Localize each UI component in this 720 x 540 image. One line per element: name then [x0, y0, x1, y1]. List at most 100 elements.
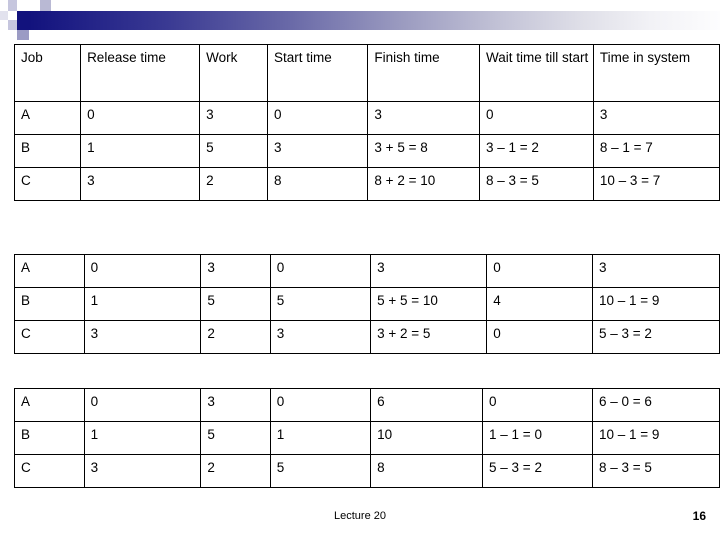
cell-time-in-system: 6 – 0 = 6	[591, 388, 720, 422]
cell-work: 5	[200, 421, 271, 455]
table-row: C 3 2 8 8 + 2 = 10 8 – 3 = 5 10 – 3 = 7	[13, 167, 720, 201]
cell-release-time: 3	[83, 320, 202, 354]
cell-release-time: 1	[83, 421, 202, 455]
cell-job: B	[14, 421, 85, 455]
cell-start-time: 0	[269, 388, 372, 422]
table-row: B 1 5 1 10 1 – 1 = 0 10 – 1 = 9	[14, 421, 720, 455]
cell-wait-time: 0	[482, 388, 593, 422]
table-header-row: Job Release time Work Start time Finish …	[13, 44, 720, 102]
cell-work: 2	[199, 167, 268, 201]
cell-job: B	[14, 287, 85, 321]
cell-work: 3	[200, 254, 271, 288]
banner-square	[17, 0, 29, 11]
column-header-time-in-system: Time in system	[592, 44, 720, 102]
cell-wait-time: 1 – 1 = 0	[482, 421, 593, 455]
cell-release-time: 3	[83, 454, 202, 488]
cell-finish-time: 6	[370, 388, 484, 422]
cell-wait-time: 0	[486, 254, 593, 288]
cell-start-time: 0	[269, 254, 372, 288]
table-row: C 3 2 3 3 + 2 = 5 0 5 – 3 = 2	[14, 320, 720, 354]
cell-wait-time: 8 – 3 = 5	[478, 167, 594, 201]
cell-finish-time: 10	[370, 421, 484, 455]
cell-time-in-system: 3	[591, 254, 720, 288]
cell-start-time: 5	[269, 454, 372, 488]
table-row: C 3 2 5 8 5 – 3 = 2 8 – 3 = 5	[14, 454, 720, 488]
cell-job: C	[14, 454, 85, 488]
cell-work: 2	[200, 320, 271, 354]
cell-finish-time: 3 + 5 = 8	[367, 134, 480, 168]
cell-time-in-system: 10 – 1 = 9	[591, 287, 720, 321]
cell-release-time: 0	[83, 254, 202, 288]
cell-finish-time: 3 + 2 = 5	[370, 320, 488, 354]
column-header-start-time: Start time	[266, 44, 369, 102]
cell-wait-time: 4	[486, 287, 593, 321]
column-header-finish-time: Finish time	[367, 44, 480, 102]
table-row: B 1 5 5 5 + 5 = 10 4 10 – 1 = 9	[14, 287, 720, 321]
cell-start-time: 1	[269, 421, 372, 455]
cell-wait-time: 5 – 3 = 2	[482, 454, 593, 488]
banner-square	[0, 20, 8, 30]
banner-square	[0, 0, 8, 11]
cell-time-in-system: 10 – 3 = 7	[592, 167, 720, 201]
cell-start-time: 3	[266, 134, 369, 168]
banner-square	[8, 11, 17, 20]
banner-gradient-bar	[29, 11, 720, 30]
cell-wait-time: 3 – 1 = 2	[478, 134, 594, 168]
cell-release-time: 0	[80, 101, 201, 135]
banner-square	[51, 0, 63, 11]
cell-release-time: 0	[83, 388, 202, 422]
cell-release-time: 3	[80, 167, 201, 201]
cell-wait-time: 0	[486, 320, 593, 354]
table-row: B 1 5 3 3 + 5 = 8 3 – 1 = 2 8 – 1 = 7	[13, 134, 720, 168]
column-header-release-time: Release time	[80, 44, 201, 102]
cell-job: A	[14, 388, 85, 422]
cell-time-in-system: 8 – 1 = 7	[592, 134, 720, 168]
banner-square	[0, 11, 8, 20]
column-header-job: Job	[13, 44, 82, 102]
banner-square	[8, 20, 17, 30]
cell-release-time: 1	[83, 287, 202, 321]
table-row: A 0 3 0 6 0 6 – 0 = 6	[14, 388, 720, 422]
cell-finish-time: 8	[370, 454, 484, 488]
schedule-table-1: Job Release time Work Start time Finish …	[13, 44, 720, 201]
page-number: 16	[692, 509, 706, 523]
banner-square	[8, 0, 17, 11]
slide-banner	[0, 0, 720, 40]
cell-finish-time: 5 + 5 = 10	[370, 287, 488, 321]
cell-work: 2	[200, 454, 271, 488]
cell-finish-time: 8 + 2 = 10	[367, 167, 480, 201]
cell-job: C	[14, 320, 85, 354]
cell-job: C	[13, 167, 82, 201]
cell-work: 3	[200, 388, 271, 422]
banner-square	[0, 30, 8, 40]
banner-square	[17, 30, 29, 40]
cell-start-time: 8	[266, 167, 369, 201]
banner-square	[17, 20, 29, 30]
cell-job: A	[14, 254, 85, 288]
schedule-table-2: A 0 3 0 3 0 3 B 1 5 5 5 + 5 = 10 4 10 – …	[14, 254, 720, 354]
column-header-wait-time: Wait time till start	[478, 44, 594, 102]
cell-time-in-system: 8 – 3 = 5	[591, 454, 720, 488]
cell-work: 5	[199, 134, 268, 168]
footer-note: Lecture 20	[334, 510, 386, 522]
cell-start-time: 0	[266, 101, 369, 135]
cell-finish-time: 3	[370, 254, 488, 288]
banner-square	[40, 0, 51, 11]
cell-time-in-system: 3	[592, 101, 720, 135]
cell-job: B	[13, 134, 82, 168]
schedule-table-3: A 0 3 0 6 0 6 – 0 = 6 B 1 5 1 10 1 – 1 =…	[14, 388, 720, 488]
cell-time-in-system: 10 – 1 = 9	[591, 421, 720, 455]
cell-finish-time: 3	[367, 101, 480, 135]
cell-start-time: 5	[269, 287, 372, 321]
cell-work: 5	[200, 287, 271, 321]
cell-release-time: 1	[80, 134, 201, 168]
banner-square	[29, 0, 40, 11]
cell-start-time: 3	[269, 320, 372, 354]
table-row: A 0 3 0 3 0 3	[14, 254, 720, 288]
cell-wait-time: 0	[478, 101, 594, 135]
banner-square	[29, 30, 40, 40]
banner-square	[8, 30, 17, 40]
banner-square	[17, 11, 29, 20]
table-row: A 0 3 0 3 0 3	[13, 101, 720, 135]
cell-job: A	[13, 101, 82, 135]
